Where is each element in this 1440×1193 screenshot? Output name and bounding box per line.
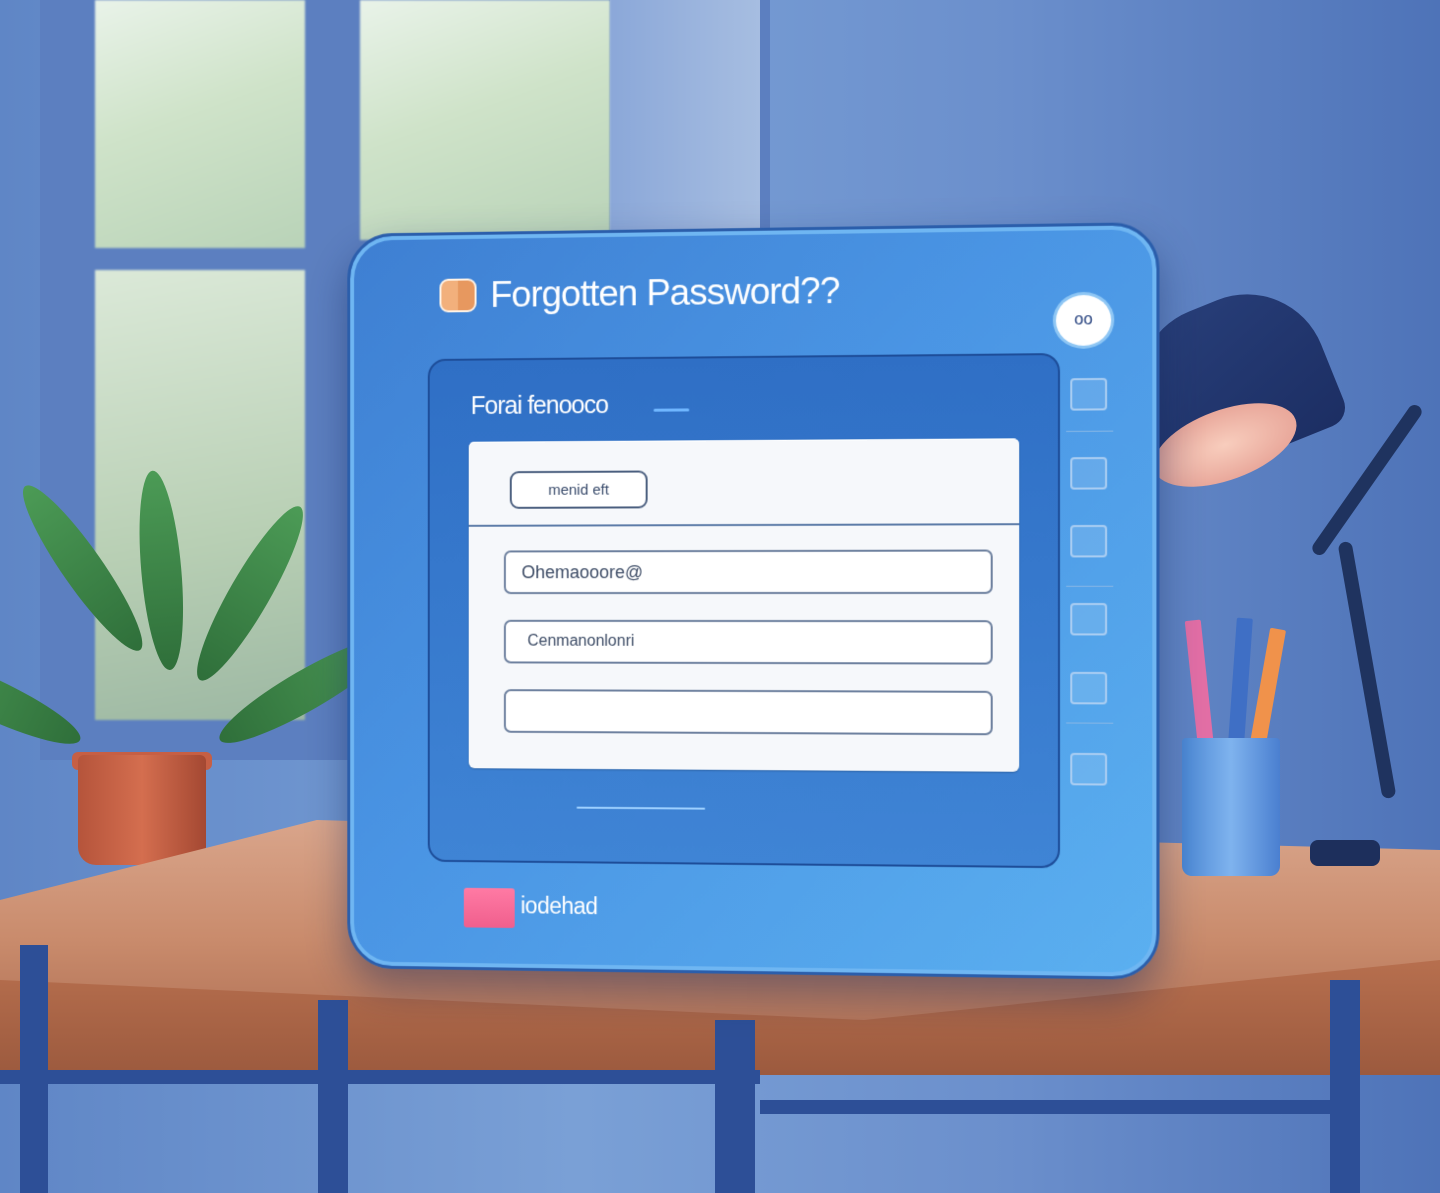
desk-leg [1330, 980, 1360, 1193]
form-card: menid eft Ohemaooore@ Cenmanonlonri [468, 438, 1020, 772]
folder-icon[interactable] [1070, 457, 1108, 490]
app-logo-icon [439, 278, 477, 313]
image-icon[interactable] [1070, 377, 1108, 411]
desk-leg [318, 1000, 348, 1193]
scene: Forgotten Password?? oo Forai fenooco me… [0, 0, 1440, 1193]
content-panel: Forai fenooco menid eft Ohemaooore@ Cenm… [427, 353, 1061, 869]
badge-label: iodehad [520, 892, 598, 920]
text-field[interactable] [503, 689, 993, 736]
desk-leg [715, 1020, 755, 1193]
card-icon[interactable] [1070, 603, 1108, 636]
window-light [610, 0, 760, 240]
document-icon[interactable] [1070, 752, 1108, 786]
desk-rail [0, 1070, 760, 1084]
window-pane [360, 0, 610, 240]
text-field[interactable]: Ohemaooore@ [503, 549, 993, 595]
heading-underline [653, 408, 690, 412]
tab-button[interactable]: menid eft [509, 470, 648, 509]
desk-rail [760, 1100, 1360, 1114]
window-icon[interactable] [1070, 524, 1108, 558]
divider [1066, 722, 1114, 724]
pencil-cup [1182, 738, 1280, 876]
side-toolbar [1066, 377, 1114, 824]
divider [468, 523, 1020, 527]
tablet-device: Forgotten Password?? oo Forai fenooco me… [347, 222, 1160, 980]
title-row: Forgotten Password?? [439, 270, 839, 317]
panel-heading: Forai fenooco [470, 391, 608, 420]
panel-divider [576, 806, 706, 810]
window-pane [95, 0, 305, 248]
page-title: Forgotten Password?? [490, 269, 840, 315]
text-field[interactable]: Cenmanonlonri [503, 619, 993, 665]
more-options-button[interactable]: oo [1055, 294, 1112, 346]
divider [1066, 430, 1114, 432]
plant-pot [78, 755, 206, 865]
desk-leg [20, 945, 48, 1193]
lamp-base [1310, 840, 1380, 866]
divider [1066, 585, 1114, 587]
keyboard-icon[interactable] [1070, 671, 1108, 705]
status-badge [463, 887, 515, 929]
